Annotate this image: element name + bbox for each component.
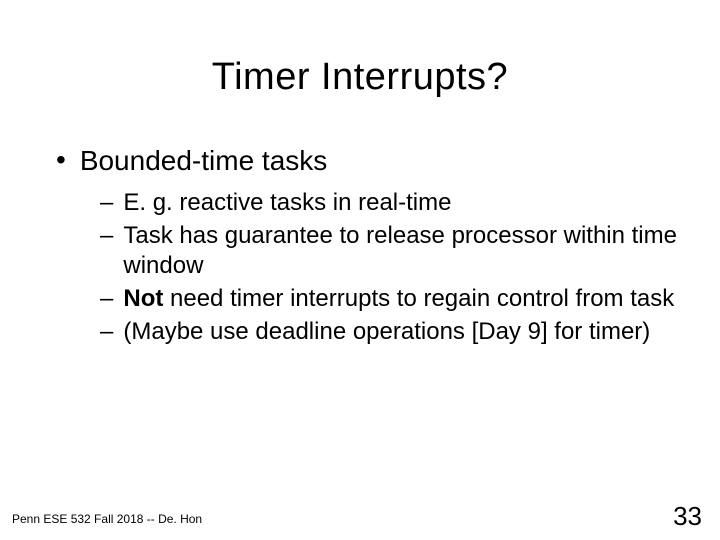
- sub-bullet-text: (Maybe use deadline operations [Day 9] f…: [123, 317, 680, 348]
- dash-icon: –: [100, 221, 113, 252]
- sub-bullet: – Not need timer interrupts to regain co…: [100, 284, 680, 315]
- sub-bullet-text: Task has guarantee to release processor …: [123, 221, 680, 282]
- bullet-main-text: Bounded-time tasks: [80, 143, 327, 178]
- sub-bullet: – E. g. reactive tasks in real-time: [100, 188, 680, 219]
- bullet-main: • Bounded-time tasks: [56, 143, 680, 178]
- footer-text: Penn ESE 532 Fall 2018 -- De. Hon: [12, 512, 202, 526]
- bullet-dot: •: [56, 143, 66, 177]
- page-number: 33: [673, 501, 702, 532]
- content-area: • Bounded-time tasks – E. g. reactive ta…: [0, 143, 720, 348]
- sub-bullet: – Task has guarantee to release processo…: [100, 221, 680, 282]
- dash-icon: –: [100, 284, 113, 315]
- sub-bullet: – (Maybe use deadline operations [Day 9]…: [100, 317, 680, 348]
- bold-text: Not: [123, 285, 163, 312]
- sub-bullet-rest: need timer interrupts to regain control …: [163, 285, 674, 312]
- sub-bullet-text: E. g. reactive tasks in real-time: [123, 188, 680, 219]
- dash-icon: –: [100, 188, 113, 219]
- slide-title: Timer Interrupts?: [0, 0, 720, 143]
- sub-bullet-list: – E. g. reactive tasks in real-time – Ta…: [56, 188, 680, 348]
- sub-bullet-text: Not need timer interrupts to regain cont…: [123, 284, 680, 315]
- dash-icon: –: [100, 317, 113, 348]
